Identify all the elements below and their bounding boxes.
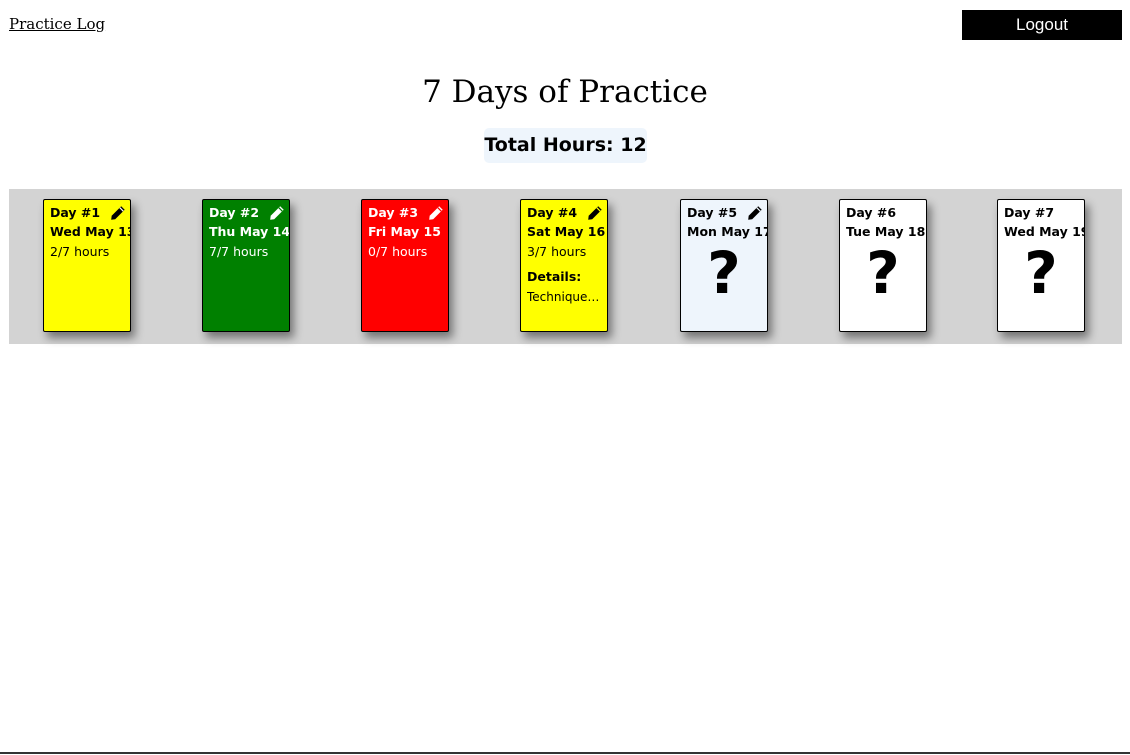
day-card-2[interactable]: Day #2 Thu May 14 7/7 hours xyxy=(202,199,290,332)
hours-label: 2/7 hours xyxy=(50,244,110,259)
pencil-icon[interactable] xyxy=(110,205,126,221)
day-card-3[interactable]: Day #3 Fri May 15 0/7 hours xyxy=(361,199,449,332)
date-label: Wed May 13 xyxy=(50,224,131,239)
pencil-icon[interactable] xyxy=(428,205,444,221)
practice-log-link[interactable]: Practice Log xyxy=(9,15,105,33)
pencil-icon[interactable] xyxy=(587,205,603,221)
day-cards-strip: Day #1 Wed May 13 2/7 hours Day #2 Thu M… xyxy=(9,189,1122,344)
page-title: 7 Days of Practice xyxy=(422,74,708,110)
day-card-7[interactable]: Day #7 Wed May 19 ? xyxy=(997,199,1085,332)
day-label: Day #7 xyxy=(1004,205,1055,220)
day-card-6[interactable]: Day #6 Tue May 18 ? xyxy=(839,199,927,332)
day-card-5[interactable]: Day #5 Mon May 17 ? xyxy=(680,199,768,332)
pencil-icon[interactable] xyxy=(269,205,285,221)
day-card-1[interactable]: Day #1 Wed May 13 2/7 hours xyxy=(43,199,131,332)
day-label: Day #6 xyxy=(846,205,897,220)
day-card-4[interactable]: Day #4 Sat May 16 3/7 hours Details: Tec… xyxy=(520,199,608,332)
question-mark-icon: ? xyxy=(1024,239,1058,307)
logout-button[interactable]: Logout xyxy=(962,10,1122,40)
date-label: Thu May 14 xyxy=(209,224,290,239)
question-mark-icon: ? xyxy=(866,239,900,307)
hours-label: 7/7 hours xyxy=(209,244,269,259)
pencil-icon[interactable] xyxy=(747,205,763,221)
details-text: Technique:... xyxy=(527,290,601,304)
details-label: Details: xyxy=(527,269,582,284)
bottom-divider xyxy=(0,752,1130,754)
hours-label: 0/7 hours xyxy=(368,244,428,259)
hours-label: 3/7 hours xyxy=(527,244,587,259)
date-label: Sat May 16 xyxy=(527,224,606,239)
question-mark-icon: ? xyxy=(707,239,741,307)
date-label: Fri May 15 xyxy=(368,224,441,239)
total-hours-badge: Total Hours: 12 xyxy=(484,128,647,163)
